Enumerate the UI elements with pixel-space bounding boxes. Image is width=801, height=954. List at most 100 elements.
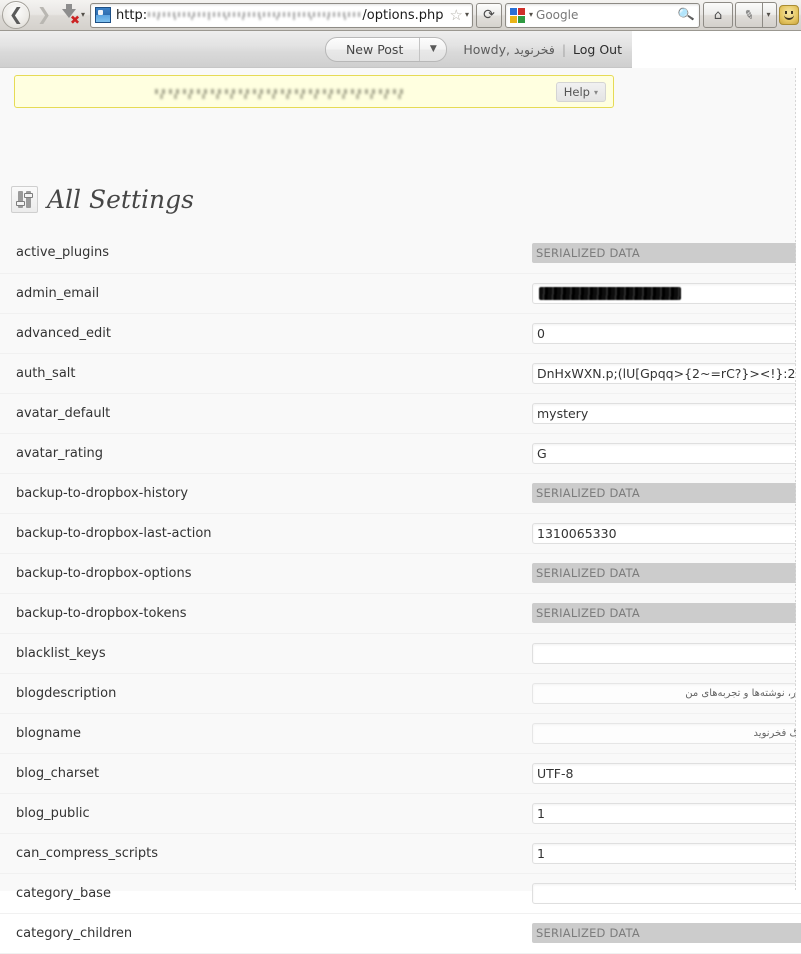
settings-table-body: active_plugins SERIALIZED DATA admin_email… — [0, 233, 801, 953]
setting-value-input[interactable]: 1 — [532, 842, 801, 864]
table-row: backup-to-dropbox-tokens SERIALIZED DATA — [0, 593, 801, 633]
back-arrow-icon: ❮ — [2, 1, 30, 29]
setting-value-cell: SERIALIZED DATA — [532, 593, 801, 633]
url-scheme: http: — [116, 7, 148, 23]
url-bar[interactable]: http: /options.php ☆ ▾ — [90, 2, 473, 28]
setting-value-cell: 1310065330 — [532, 513, 801, 553]
forward-arrow-icon: ❯ — [36, 4, 52, 25]
table-row: blacklist_keys — [0, 633, 801, 673]
addon-dropdown-button[interactable]: ▾ — [762, 2, 777, 28]
page-title-row: All Settings — [11, 186, 194, 213]
notice-blurred-text — [155, 88, 405, 99]
table-row: backup-to-dropbox-history SERIALIZED DATA — [0, 473, 801, 513]
setting-name: avatar_rating — [16, 445, 104, 461]
new-post-label: New Post — [345, 41, 404, 57]
right-edge-rule — [795, 68, 796, 891]
setting-value-input[interactable] — [532, 882, 801, 904]
setting-name: category_base — [16, 885, 111, 901]
help-button[interactable]: Help ▾ — [555, 82, 606, 102]
serialized-data-badge: SERIALIZED DATA — [532, 563, 801, 583]
setting-value-input[interactable]: 1310065330 — [532, 522, 801, 544]
setting-value-input[interactable]: DnHxWXN.p;(lU[Gpqq>{2~=rC?}><!}:2_fS0 — [532, 362, 801, 384]
setting-value-input[interactable]: UTF-8 — [532, 762, 801, 784]
update-notice: Help ▾ — [14, 75, 614, 108]
avatar[interactable] — [779, 5, 799, 25]
back-button[interactable]: ❮ — [2, 1, 30, 29]
setting-name: blogname — [16, 725, 81, 741]
right-gutter — [796, 68, 801, 891]
setting-value-cell: وبلاگ فخرنوید — [532, 713, 801, 753]
chevron-down-icon[interactable]: ▼ — [419, 37, 446, 61]
wp-admin-bar: New Post ▼ Howdy, فخرنوید | Log Out — [0, 31, 632, 68]
new-post-dropdown[interactable]: New Post ▼ — [324, 36, 448, 62]
setting-name: active_plugins — [16, 245, 109, 261]
serialized-data-badge: SERIALIZED DATA — [532, 242, 801, 263]
browser-toolbar: ❮ ❯ ✖ ▾ http: /options.php ☆ ▾ ⟳ ▾ Googl… — [0, 0, 801, 31]
home-icon: ⌂ — [713, 7, 723, 23]
setting-value-cell: SERIALIZED DATA — [532, 553, 801, 593]
setting-name: auth_salt — [16, 365, 76, 381]
search-engine-caret-icon[interactable]: ▾ — [529, 11, 533, 19]
setting-value-cell: SERIALIZED DATA — [532, 233, 801, 273]
reload-button[interactable]: ⟳ — [476, 2, 502, 28]
search-bar[interactable]: ▾ Google 🔍 — [505, 2, 700, 28]
setting-name: backup-to-dropbox-tokens — [16, 605, 187, 621]
username[interactable]: فخرنوید — [514, 42, 555, 57]
wp-content-area: Help ▾ All Settings active_plugins SERIAL… — [0, 68, 801, 953]
site-favicon — [95, 7, 112, 23]
table-row: blogname وبلاگ فخرنوید — [0, 713, 801, 753]
setting-value-cell — [532, 273, 801, 313]
stop-download-icon[interactable]: ✖ — [58, 3, 80, 27]
setting-value-input[interactable]: 0 — [532, 322, 801, 344]
table-row: active_plugins SERIALIZED DATA — [0, 233, 801, 273]
setting-value-cell: mystery — [532, 393, 801, 433]
setting-name: advanced_edit — [16, 325, 111, 341]
home-button[interactable]: ⌂ — [703, 2, 733, 28]
setting-value-input[interactable]: افکار، نوشته‌ها و تجربه‌های من — [532, 682, 801, 704]
table-row: auth_salt DnHxWXN.p;(lU[Gpqq>{2~=rC?}><!}… — [0, 353, 801, 393]
downloads-dropdown-caret-icon[interactable]: ▾ — [81, 11, 85, 19]
howdy-greeting: Howdy, فخرنوید | Log Out — [463, 42, 622, 57]
setting-value-cell: G — [532, 433, 801, 473]
setting-value-input[interactable] — [532, 642, 801, 664]
table-row: blogdescription افکار، نوشته‌ها و تجربه‌ه… — [0, 673, 801, 713]
setting-name: backup-to-dropbox-history — [16, 485, 189, 501]
chevron-down-icon: ▾ — [766, 10, 771, 19]
setting-value-input[interactable]: 1 — [532, 802, 801, 824]
setting-name: category_children — [16, 925, 133, 941]
table-row: category_children SERIALIZED DATA — [0, 913, 801, 953]
setting-name: backup-to-dropbox-last-action — [16, 525, 212, 541]
table-row: advanced_edit 0 — [0, 313, 801, 353]
setting-value-cell: افکار، نوشته‌ها و تجربه‌های من — [532, 673, 801, 713]
setting-value-input[interactable]: mystery — [532, 402, 801, 424]
setting-value-input[interactable]: G — [532, 442, 801, 464]
setting-name: blog_public — [16, 805, 90, 821]
redaction-bar — [539, 286, 681, 300]
setting-value-input[interactable]: وبلاگ فخرنوید — [532, 722, 801, 744]
setting-name: admin_email — [16, 285, 100, 301]
bookmark-dropdown-caret-icon[interactable]: ▾ — [465, 11, 469, 19]
logout-link[interactable]: Log Out — [573, 42, 622, 57]
google-icon — [510, 7, 525, 23]
setting-value-cell — [532, 633, 801, 673]
setting-value-cell: DnHxWXN.p;(lU[Gpqq>{2~=rC?}><!}:2_fS0 — [532, 353, 801, 393]
table-row: blog_public 1 — [0, 793, 801, 833]
search-input[interactable]: Google — [536, 8, 678, 22]
table-row: avatar_rating G — [0, 433, 801, 473]
setting-value-input[interactable] — [532, 282, 801, 304]
forward-button[interactable]: ❯ — [30, 2, 58, 29]
setting-value-cell: 1 — [532, 833, 801, 873]
addon-button[interactable]: ✎ — [735, 2, 762, 28]
reload-icon: ⟳ — [483, 7, 495, 23]
table-row: admin_email — [0, 273, 801, 313]
bookmark-star-icon[interactable]: ☆ — [450, 7, 463, 23]
serialized-data-badge: SERIALIZED DATA — [532, 603, 801, 623]
clip-icon: ✎ — [741, 6, 757, 24]
table-row: avatar_default mystery — [0, 393, 801, 433]
setting-value-cell: SERIALIZED DATA — [532, 473, 801, 513]
url-path: /options.php — [362, 7, 444, 23]
separator: | — [561, 41, 567, 57]
setting-name: blog_charset — [16, 765, 100, 781]
page-title: All Settings — [47, 185, 194, 214]
search-icon[interactable]: 🔍 — [677, 6, 696, 24]
